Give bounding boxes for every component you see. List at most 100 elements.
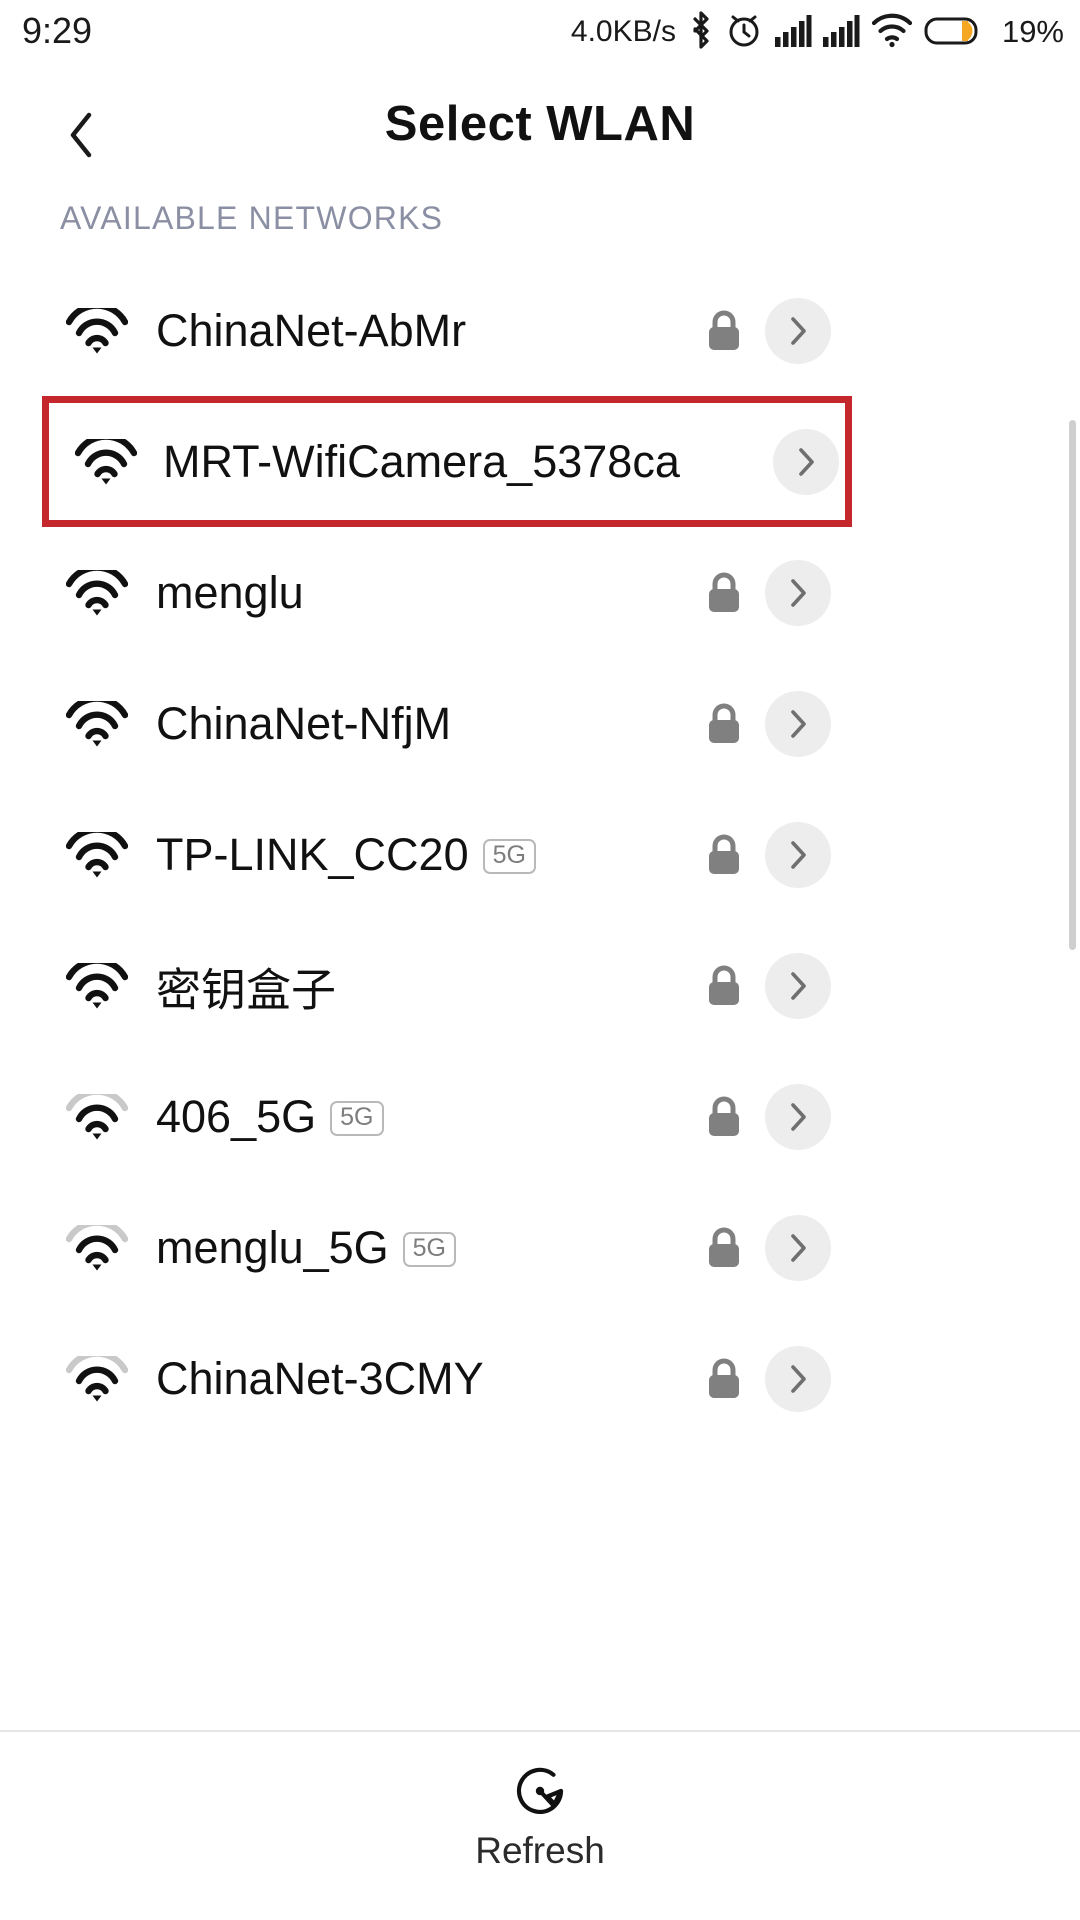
signal-bars-icon [822, 9, 860, 56]
network-detail-button[interactable] [765, 1345, 831, 1412]
chevron-right-icon [791, 840, 806, 869]
section-header-available-networks: AVAILABLE NETWORKS [60, 200, 444, 236]
network-row[interactable]: ChinaNet-NfjM [0, 658, 1080, 789]
network-ssid-label: menglu [156, 567, 304, 619]
network-row[interactable]: ChinaNet-AbMr [0, 265, 1080, 396]
network-row[interactable]: 密钥盒子 [0, 920, 1080, 1051]
status-bar-right-cluster: 4.0KB/s 19% [571, 8, 1064, 56]
band-badge: 5G [402, 1232, 457, 1267]
network-detail-button[interactable] [773, 428, 839, 495]
page-title: Select WLAN [384, 97, 696, 151]
lock-icon [706, 834, 742, 876]
wifi-signal-icon [65, 1087, 129, 1140]
network-ssid-label: ChinaNet-3CMY [156, 1353, 484, 1405]
status-bar-time: 9:29 [22, 10, 93, 51]
network-ssid-label: ChinaNet-NfjM [156, 698, 451, 750]
network-row[interactable]: ChinaNet-3CMY [0, 1313, 1080, 1444]
ssid-text: 密钥盒子 [156, 964, 337, 1015]
ssid-text: ChinaNet-3CMY [156, 1352, 484, 1404]
network-list[interactable]: ChinaNet-AbMr MRT-WifiCamera_5378ca meng… [0, 265, 1080, 1795]
ssid-text: TP-LINK_CC20 [156, 828, 469, 880]
wifi-signal-icon [74, 432, 138, 485]
lock-icon [709, 703, 739, 743]
network-row[interactable]: MRT-WifiCamera_5378ca [42, 396, 852, 527]
lock-icon [709, 834, 739, 874]
lock-icon [709, 965, 739, 1005]
wifi-signal-icon [65, 1218, 129, 1271]
ssid-text: ChinaNet-AbMr [156, 304, 467, 356]
chevron-right-icon [791, 1233, 806, 1262]
lock-icon [706, 1227, 742, 1269]
refresh-label: Refresh [475, 1830, 605, 1871]
wifi-signal-icon [65, 694, 129, 746]
network-row[interactable]: TP-LINK_CC20 5G [0, 789, 1080, 920]
wifi-signal-icon [65, 1349, 129, 1402]
signal-bars-icon [774, 9, 812, 56]
chevron-right-icon [791, 578, 806, 607]
wifi-signal-icon [65, 956, 129, 1008]
network-ssid-label: 406_5G 5G [156, 1091, 384, 1143]
wifi-signal-icon [65, 956, 129, 1009]
network-ssid-label: menglu_5G 5G [156, 1221, 457, 1274]
network-detail-button[interactable] [765, 821, 831, 888]
chevron-right-icon [799, 447, 814, 476]
lock-icon [709, 1358, 739, 1398]
ssid-text: MRT-WifiCamera_5378ca [163, 435, 680, 487]
battery-percent-text: 19% [1001, 14, 1064, 49]
wifi-signal-icon [65, 301, 129, 354]
wifi-signal-icon [65, 1349, 129, 1401]
network-ssid-label: ChinaNet-AbMr [156, 305, 466, 357]
page-header: Select WLAN [0, 72, 1080, 190]
status-bar: 9:29 4.0KB/s 19% [0, 0, 1080, 72]
ssid-text: menglu [156, 566, 304, 618]
refresh-clock-icon [516, 1767, 564, 1814]
lock-icon [706, 965, 742, 1007]
bluetooth-icon [688, 9, 714, 56]
network-speed-text: 4.0KB/s [570, 15, 676, 48]
lock-icon [709, 1096, 739, 1136]
wifi-signal-icon [65, 1218, 129, 1270]
refresh-button[interactable]: Refresh [0, 1732, 1080, 1920]
chevron-right-icon [791, 1102, 806, 1131]
network-detail-button[interactable] [765, 1214, 831, 1281]
network-detail-button[interactable] [765, 1083, 831, 1150]
chevron-right-icon [791, 971, 806, 1000]
lock-icon [706, 703, 742, 745]
network-detail-button[interactable] [765, 690, 831, 757]
ssid-text: 406_5G [156, 1090, 317, 1142]
network-ssid-label: TP-LINK_CC20 5G [156, 829, 536, 881]
wifi-signal-icon [74, 432, 138, 484]
battery-icon [924, 9, 986, 56]
lock-icon [706, 1096, 742, 1138]
wifi-signal-icon [65, 825, 129, 878]
alarm-icon [724, 9, 764, 56]
lock-icon [709, 310, 739, 350]
lock-icon [709, 1227, 739, 1267]
wifi-signal-icon [65, 694, 129, 747]
network-detail-button[interactable] [765, 297, 831, 364]
network-detail-button[interactable] [765, 559, 831, 626]
network-detail-button[interactable] [765, 952, 831, 1019]
network-row[interactable]: menglu_5G 5G [0, 1182, 1080, 1313]
chevron-right-icon [791, 1364, 806, 1393]
band-badge: 5G [482, 839, 536, 874]
wifi-signal-icon [65, 1087, 129, 1139]
chevron-right-icon [791, 316, 806, 345]
scrollbar-thumb[interactable] [1069, 420, 1076, 950]
lock-icon [706, 310, 742, 352]
wifi-signal-icon [65, 563, 129, 616]
lock-icon [706, 572, 742, 614]
wifi-icon [870, 9, 914, 56]
wifi-signal-icon [65, 563, 129, 615]
network-row[interactable]: menglu [0, 527, 1080, 658]
chevron-right-icon [791, 709, 806, 738]
band-badge: 5G [330, 1101, 384, 1136]
lock-icon [709, 572, 739, 612]
ssid-text: menglu_5G [156, 1221, 389, 1273]
ssid-text: ChinaNet-NfjM [156, 697, 452, 749]
network-row[interactable]: 406_5G 5G [0, 1051, 1080, 1182]
wifi-signal-icon [65, 825, 129, 877]
wifi-signal-icon [65, 301, 129, 353]
network-ssid-label: 密钥盒子 [156, 953, 336, 1018]
network-ssid-label: MRT-WifiCamera_5378ca [163, 436, 680, 488]
